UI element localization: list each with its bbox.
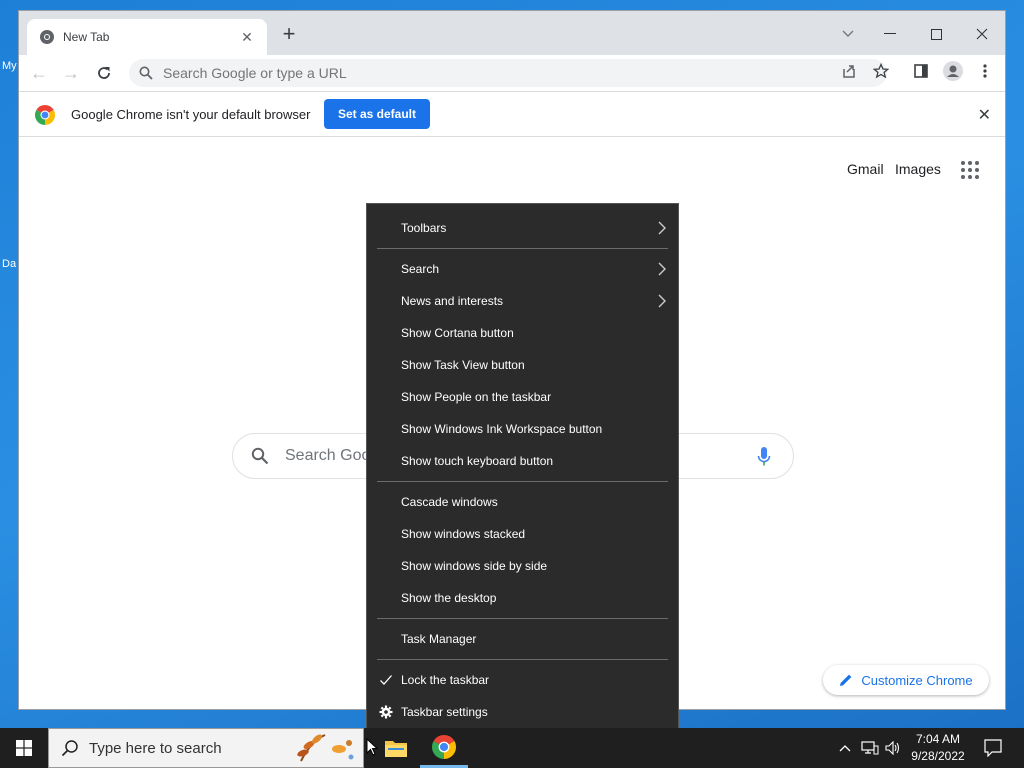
- menu-item-news-and-interests[interactable]: News and interests: [367, 287, 678, 315]
- search-icon: [61, 740, 78, 757]
- start-button[interactable]: [0, 728, 48, 768]
- menu-item-show-ink-workspace[interactable]: Show Windows Ink Workspace button: [367, 415, 678, 443]
- menu-item-windows-stacked[interactable]: Show windows stacked: [367, 520, 678, 548]
- side-panel-icon[interactable]: [911, 61, 931, 81]
- menu-separator: [377, 618, 668, 619]
- menu-item-label: Show Windows Ink Workspace button: [401, 422, 603, 436]
- tab-search-chevron-icon[interactable]: [825, 19, 871, 49]
- menu-separator: [377, 659, 668, 660]
- close-window-button[interactable]: [959, 19, 1005, 49]
- folder-icon: [385, 741, 407, 757]
- submenu-arrow-icon: [658, 294, 666, 308]
- clock-date: 9/28/2022: [911, 749, 965, 763]
- menu-item-toolbars[interactable]: Toolbars: [367, 214, 678, 242]
- taskbar-search-box[interactable]: Type here to search: [48, 728, 364, 768]
- taskbar-search-placeholder: Type here to search: [89, 739, 222, 757]
- infobar-close-icon[interactable]: ✕: [978, 105, 991, 125]
- menu-item-show-desktop[interactable]: Show the desktop: [367, 584, 678, 612]
- menu-item-search[interactable]: Search: [367, 255, 678, 283]
- customize-chrome-button[interactable]: Customize Chrome: [823, 665, 989, 695]
- menu-item-label: Show touch keyboard button: [401, 454, 554, 468]
- notification-center-icon[interactable]: [984, 739, 1002, 757]
- search-icon: [139, 66, 153, 80]
- tab-title: New Tab: [63, 30, 110, 44]
- menu-item-label: Show the desktop: [401, 591, 497, 605]
- desktop-icon-label[interactable]: Da: [2, 258, 16, 270]
- maximize-button[interactable]: [913, 19, 959, 49]
- customize-label: Customize Chrome: [861, 672, 973, 688]
- menu-item-label: Lock the taskbar: [401, 673, 490, 687]
- menu-item-label: Show windows side by side: [401, 559, 548, 573]
- clock-time: 7:04 AM: [915, 732, 961, 746]
- new-tab-button[interactable]: +: [277, 23, 301, 47]
- profile-avatar[interactable]: [943, 61, 963, 81]
- google-apps-icon[interactable]: [961, 161, 979, 179]
- taskbar-context-menu: Toolbars Search News and interests Show …: [366, 203, 679, 737]
- pencil-icon: [840, 674, 852, 686]
- chrome-favicon-icon: [40, 30, 54, 44]
- menu-item-cascade-windows[interactable]: Cascade windows: [367, 488, 678, 516]
- network-icon[interactable]: [861, 738, 879, 758]
- menu-item-label: Search: [401, 262, 440, 276]
- gear-icon: [379, 705, 393, 719]
- menu-item-show-cortana[interactable]: Show Cortana button: [367, 319, 678, 347]
- more-menu-icon[interactable]: [975, 61, 995, 81]
- menu-item-label: Show windows stacked: [401, 527, 526, 541]
- menu-item-label: Show Cortana button: [401, 326, 514, 340]
- bookmark-star-icon[interactable]: [871, 61, 891, 81]
- search-highlight-image: [297, 734, 354, 762]
- menu-item-show-task-view[interactable]: Show Task View button: [367, 351, 678, 379]
- menu-item-label: Taskbar settings: [401, 705, 488, 719]
- submenu-arrow-icon: [658, 221, 666, 235]
- menu-item-label: Show Task View button: [401, 358, 525, 372]
- taskbar[interactable]: Type here to search 7:04 AM 9/28/2022: [0, 728, 1024, 768]
- menu-item-label: Toolbars: [401, 221, 447, 235]
- search-icon: [251, 447, 269, 465]
- address-input[interactable]: [163, 65, 887, 81]
- menu-item-lock-taskbar[interactable]: Lock the taskbar: [367, 666, 678, 694]
- minimize-button[interactable]: [867, 19, 913, 49]
- menu-item-side-by-side[interactable]: Show windows side by side: [367, 552, 678, 580]
- forward-button[interactable]: →: [59, 61, 83, 85]
- menu-item-label: Task Manager: [401, 632, 477, 646]
- mouse-cursor-icon: [366, 738, 378, 756]
- gmail-link[interactable]: Gmail: [847, 161, 884, 177]
- default-browser-infobar: Google Chrome isn't your default browser…: [19, 91, 1005, 137]
- desktop-icon-label[interactable]: My: [2, 60, 17, 72]
- menu-item-show-touch-keyboard[interactable]: Show touch keyboard button: [367, 447, 678, 475]
- back-button[interactable]: ←: [27, 61, 51, 85]
- menu-separator: [377, 248, 668, 249]
- show-hidden-icons-chevron-icon[interactable]: [836, 738, 854, 758]
- submenu-arrow-icon: [658, 262, 666, 276]
- share-icon[interactable]: [839, 61, 859, 81]
- tab-new-tab[interactable]: New Tab ✕: [27, 19, 267, 55]
- file-explorer-taskbar-button[interactable]: [372, 728, 420, 768]
- chrome-logo-icon: [35, 105, 55, 125]
- system-clock[interactable]: 7:04 AM 9/28/2022: [900, 731, 976, 765]
- tab-close-icon[interactable]: ✕: [239, 29, 255, 46]
- chrome-taskbar-button[interactable]: [420, 728, 468, 768]
- microphone-icon[interactable]: [757, 447, 771, 467]
- browser-toolbar: ← →: [19, 55, 1005, 91]
- infobar-message: Google Chrome isn't your default browser: [71, 107, 311, 122]
- windows-logo-icon: [16, 740, 32, 756]
- menu-item-show-people[interactable]: Show People on the taskbar: [367, 383, 678, 411]
- title-bar: New Tab ✕ +: [19, 11, 1005, 55]
- menu-item-task-manager[interactable]: Task Manager: [367, 625, 678, 653]
- chrome-icon: [432, 734, 456, 759]
- address-bar[interactable]: [129, 59, 887, 87]
- reload-button[interactable]: [92, 61, 116, 85]
- menu-separator: [377, 481, 668, 482]
- menu-item-taskbar-settings[interactable]: Taskbar settings: [367, 698, 678, 726]
- check-icon: [380, 675, 392, 685]
- menu-item-label: News and interests: [401, 294, 504, 308]
- set-as-default-button[interactable]: Set as default: [324, 99, 430, 129]
- menu-item-label: Show People on the taskbar: [401, 390, 552, 404]
- images-link[interactable]: Images: [895, 161, 941, 177]
- menu-item-label: Cascade windows: [401, 495, 498, 509]
